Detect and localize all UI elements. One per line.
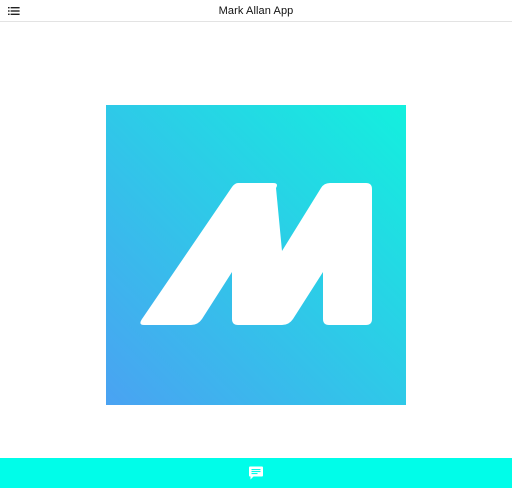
top-bar: Mark Allan App: [0, 0, 512, 22]
page-title: Mark Allan App: [218, 5, 294, 17]
chat-button[interactable]: [248, 465, 264, 481]
m-logo-icon: [106, 105, 406, 405]
app-logo: [106, 105, 406, 405]
app-screen: Mark Allan App: [0, 0, 512, 488]
bottom-bar: [0, 458, 512, 488]
chat-bubble-icon: [249, 466, 263, 480]
